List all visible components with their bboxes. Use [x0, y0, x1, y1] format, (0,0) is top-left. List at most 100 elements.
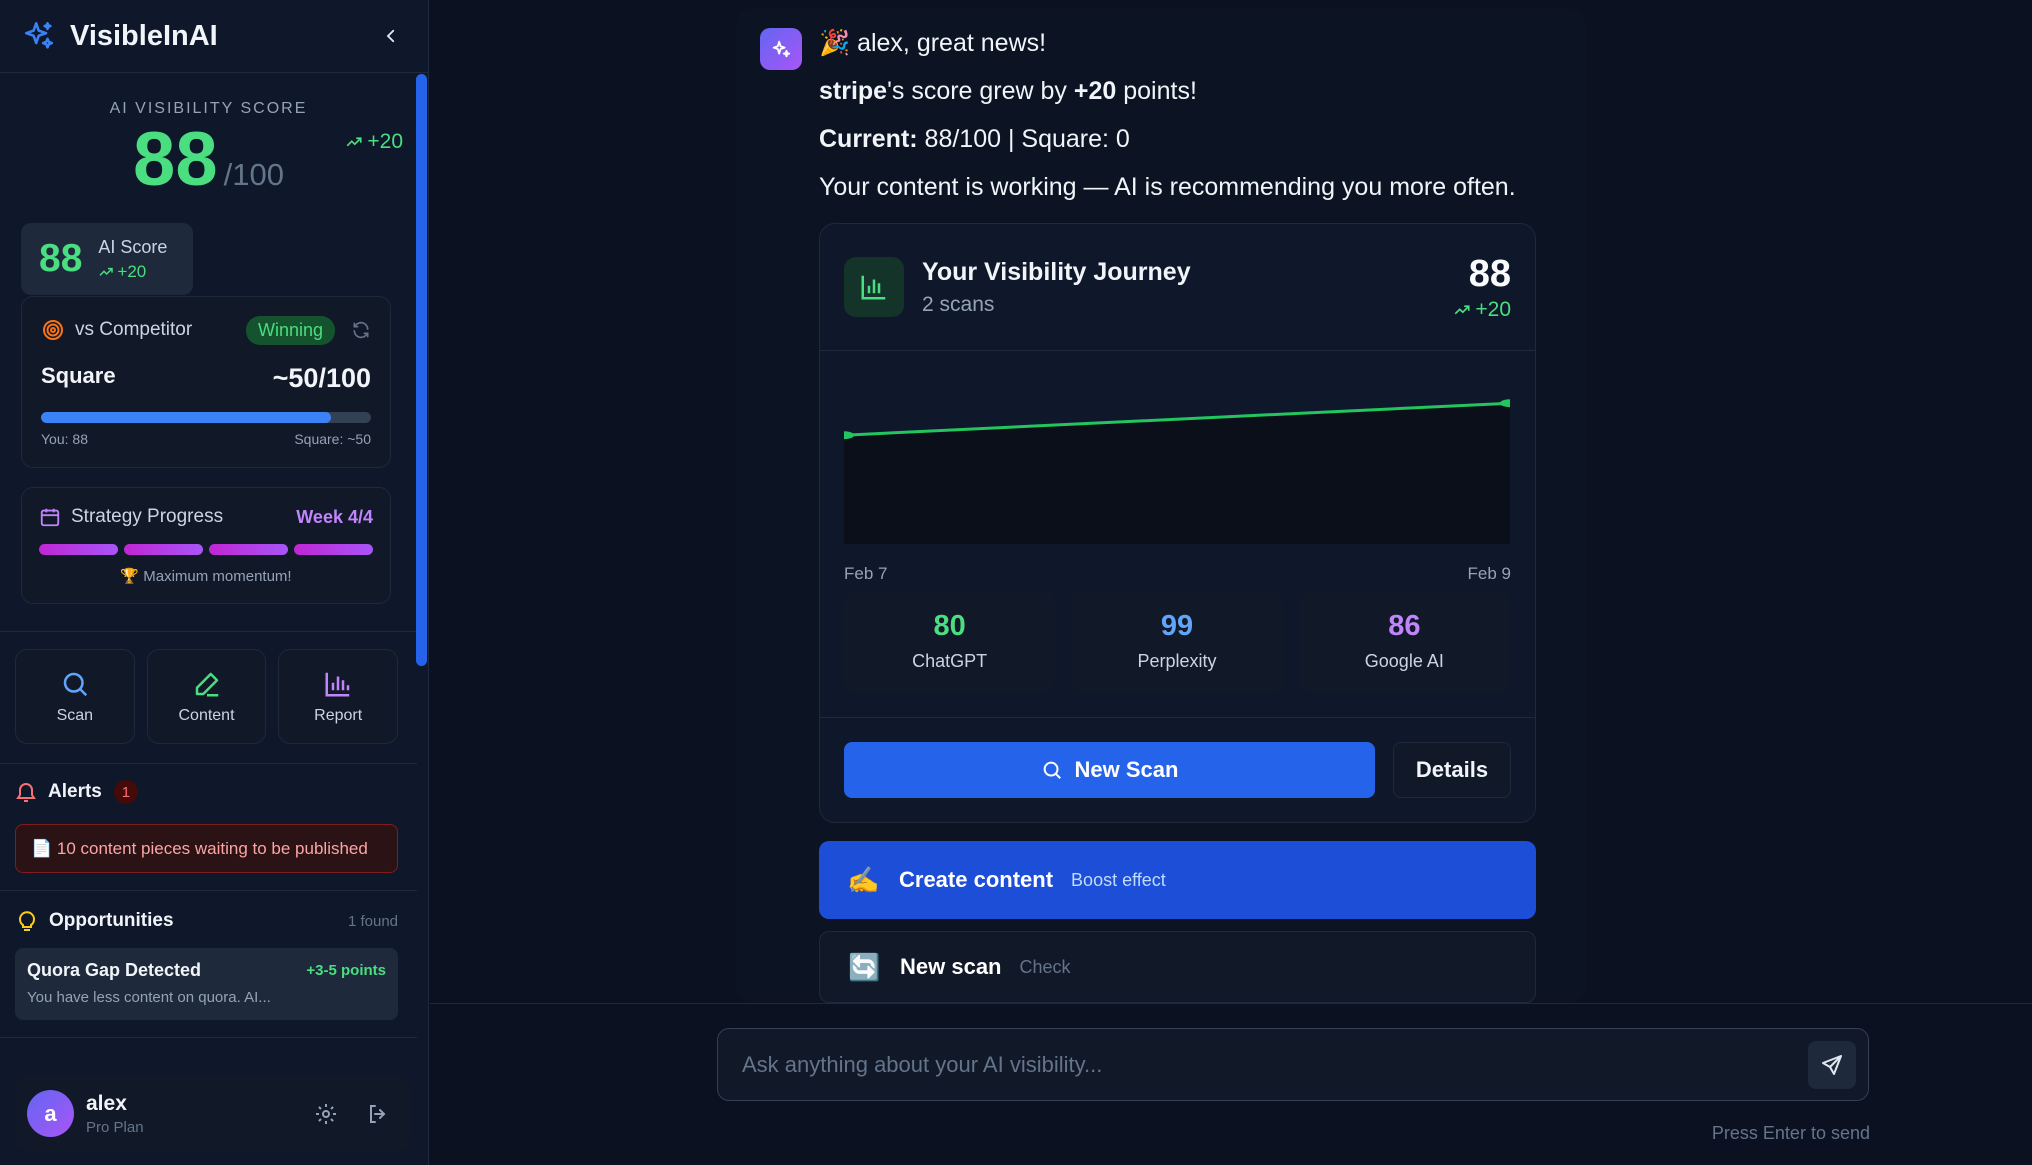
strategy-progress-bars	[39, 544, 373, 555]
writing-hand-icon: ✍️	[847, 864, 880, 895]
alert-item[interactable]: 📄 10 content pieces waiting to be publis…	[15, 824, 398, 873]
brand-name: VisibleInAI	[70, 19, 218, 52]
engine-name: Google AI	[1364, 651, 1444, 671]
competitor-progress-fill	[41, 412, 332, 423]
chart-area	[844, 403, 1510, 544]
trending-up-icon	[1455, 304, 1470, 314]
opportunities-count: 1 found	[347, 912, 398, 930]
engine-score: 99	[1160, 610, 1194, 642]
message-score-growth: stripe's score grew by +20 points!	[819, 77, 1197, 105]
bar-chart-icon	[861, 275, 886, 300]
trending-up-icon	[99, 267, 114, 276]
calendar-icon	[40, 508, 60, 527]
ai-score-value: 88	[39, 237, 83, 280]
journey-title: Your Visibility Journey	[922, 257, 1191, 286]
gear-icon	[316, 1103, 336, 1124]
engine-scores: 80 ChatGPT 99 Perplexity 86 Google AI	[844, 592, 1510, 692]
engine-name: ChatGPT	[912, 651, 988, 671]
refresh-icon[interactable]	[351, 320, 371, 340]
pen-icon	[195, 672, 218, 696]
sparkles-icon	[772, 40, 791, 58]
quick-report-button[interactable]: Report	[278, 649, 399, 744]
divider	[0, 631, 417, 632]
quick-scan-button[interactable]: Scan	[15, 649, 135, 744]
send-hint: Press Enter to send	[1711, 1123, 1870, 1143]
score-delta: +20	[345, 130, 403, 154]
score-value: 88	[133, 117, 218, 202]
alerts-header: Alerts 1	[14, 780, 138, 804]
search-icon	[1043, 761, 1061, 779]
action-title: New scan	[900, 954, 1002, 979]
strategy-note: 🏆 Maximum momentum!	[120, 568, 292, 585]
user-name: alex	[86, 1091, 127, 1115]
competitor-progress-bar	[41, 412, 371, 423]
chat-input-box	[717, 1028, 1869, 1101]
details-button[interactable]: Details	[1393, 742, 1511, 798]
strategy-progress-card: Strategy Progress Week 4/4 🏆 Maximum mom…	[21, 487, 391, 604]
ai-score-card: 88 AI Score +20	[21, 223, 193, 295]
opportunity-item[interactable]: Quora Gap Detected +3-5 points You have …	[15, 948, 398, 1020]
strategy-segment	[124, 544, 203, 555]
bar-chart-icon	[325, 672, 350, 696]
strategy-week: Week 4/4	[296, 506, 373, 527]
chevron-left-icon	[386, 29, 395, 43]
action-subtitle: Check	[1019, 956, 1071, 977]
opportunities-title: Opportunities	[49, 910, 174, 931]
lightbulb-icon	[19, 911, 35, 931]
user-card: a alex Pro Plan	[15, 1076, 410, 1151]
message-current-score: Current: 88/100 | Square: 0	[819, 125, 1130, 153]
create-content-action[interactable]: ✍️ Create content Boost effect	[819, 841, 1536, 919]
avatar[interactable]: a	[27, 1090, 74, 1137]
competitor-score: ~50/100	[272, 363, 371, 393]
message-summary: Your content is working — AI is recommen…	[819, 173, 1516, 201]
chat-input[interactable]	[742, 1051, 1808, 1078]
engine-score: 86	[1388, 610, 1421, 642]
settings-button[interactable]	[306, 1094, 346, 1134]
visibility-journey-card: Your Visibility Journey 2 scans 88 +20 F…	[819, 223, 1536, 823]
score-label: AI VISIBILITY SCORE	[109, 100, 308, 117]
journey-header: Your Visibility Journey 2 scans 88 +20	[820, 224, 1535, 351]
assistant-message: 🎉 alex, great news! stripe's score grew …	[819, 26, 1579, 218]
journey-delta: +20	[1453, 298, 1511, 322]
engine-perplexity: 99 Perplexity	[1071, 592, 1283, 692]
journey-line-chart	[844, 399, 1510, 544]
new-scan-action[interactable]: 🔄 New scan Check	[819, 931, 1536, 1003]
send-icon	[1822, 1054, 1842, 1075]
search-icon	[63, 672, 87, 696]
divider	[820, 717, 1535, 718]
logout-button[interactable]	[358, 1094, 398, 1134]
divider	[0, 890, 417, 891]
chat-main: 🎉 alex, great news! stripe's score grew …	[430, 0, 2032, 1165]
user-plan: Pro Plan	[86, 1118, 144, 1136]
strategy-segment	[39, 544, 118, 555]
sidebar-scrollbar[interactable]	[416, 74, 427, 666]
ai-score-label: AI Score	[98, 236, 168, 257]
quick-content-button[interactable]: Content	[146, 649, 267, 744]
score-max: /100	[223, 157, 284, 192]
new-scan-button[interactable]: New Scan	[844, 742, 1375, 798]
engine-score: 80	[933, 610, 966, 642]
send-button[interactable]	[1808, 1040, 1856, 1089]
ai-score-delta: +20	[98, 262, 167, 282]
opportunities-header: Opportunities 1 found	[17, 909, 398, 933]
journey-subtitle: 2 scans	[922, 292, 995, 316]
alerts-count-badge: 1	[113, 780, 138, 804]
action-title: Create content	[899, 867, 1054, 892]
sidebar: VisibleInAI AI VISIBILITY SCORE 88/100 +…	[0, 0, 429, 1165]
action-subtitle: Boost effect	[1071, 869, 1166, 890]
quick-actions: Scan Content Report	[15, 649, 399, 744]
competitor-score-label: Square: ~50	[294, 431, 371, 447]
opportunity-description: You have less content on quora. AI...	[27, 989, 271, 1006]
engine-name: Perplexity	[1137, 651, 1217, 671]
engine-chatgpt: 80 ChatGPT	[844, 592, 1056, 692]
journey-icon	[844, 257, 904, 317]
x-axis-start-label: Feb 7	[844, 564, 888, 583]
competitor-title: vs Competitor	[75, 319, 193, 340]
collapse-sidebar-button[interactable]	[376, 21, 406, 51]
journey-score: 88	[1468, 252, 1511, 295]
target-icon	[43, 320, 63, 340]
logout-icon	[370, 1104, 386, 1123]
competitor-card: vs Competitor Winning Square ~50/100 You…	[21, 296, 391, 468]
opportunity-name: Quora Gap Detected	[27, 960, 202, 980]
status-badge: Winning	[245, 315, 335, 345]
